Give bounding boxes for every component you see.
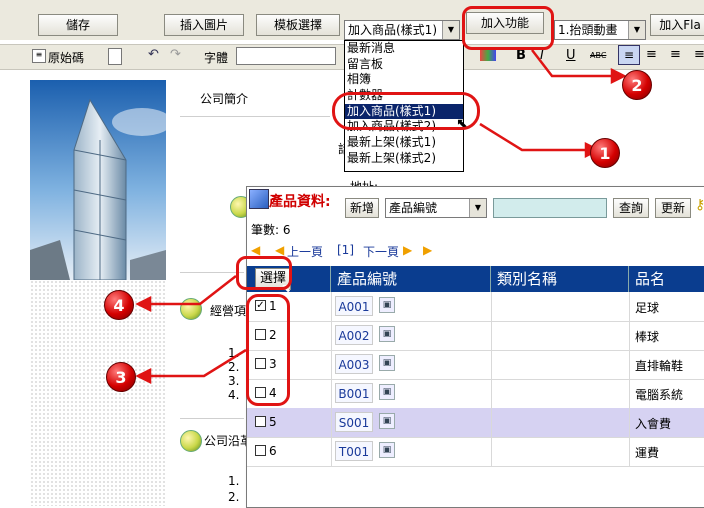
- callout-badge-2: 2: [622, 70, 652, 100]
- callout-badge-3: 3: [106, 362, 136, 392]
- callout-badge-4: 4: [104, 290, 134, 320]
- callout-badge-1: 1: [590, 138, 620, 168]
- callout-arrows: [135, 49, 627, 385]
